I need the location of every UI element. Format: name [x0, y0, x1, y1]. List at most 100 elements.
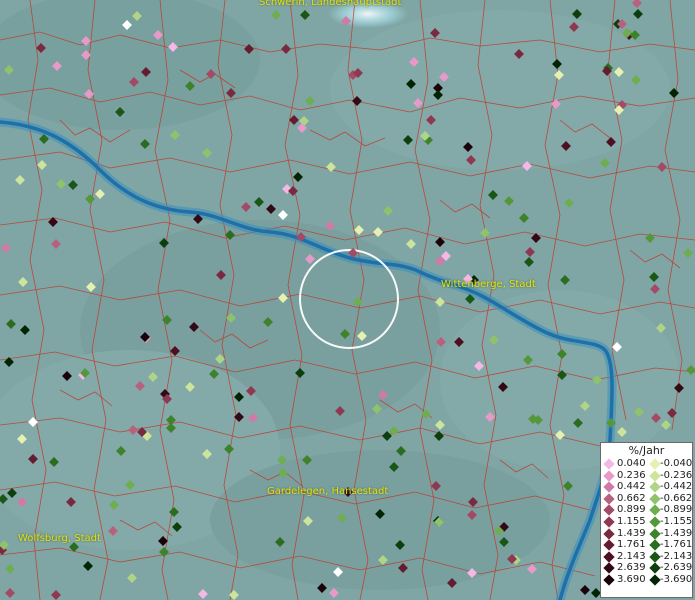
data-point-marker[interactable] [85, 194, 95, 204]
legend-value-negative: -0.662 [660, 492, 693, 504]
data-point-marker[interactable] [683, 248, 693, 258]
data-point-marker[interactable] [650, 284, 660, 294]
data-point-marker[interactable] [632, 0, 642, 8]
data-point-marker[interactable] [630, 30, 640, 40]
legend-row: 2.143 -2.143 [601, 551, 692, 563]
data-point-marker[interactable] [504, 196, 514, 206]
data-point-marker[interactable] [281, 44, 291, 54]
legend-swatch-positive [603, 516, 615, 528]
data-point-marker[interactable] [241, 202, 251, 212]
data-point-marker[interactable] [1, 243, 11, 253]
legend-rows: 0.040 -0.040 0.236 -0.236 0.442 -0.442 0.662 -0… [601, 458, 692, 586]
legend-row: 1.439 -1.439 [601, 528, 692, 540]
legend-swatch-positive [603, 458, 615, 470]
legend-row: 0.236 -0.236 [601, 470, 692, 482]
data-point-marker[interactable] [564, 198, 574, 208]
data-point-marker[interactable] [56, 179, 66, 189]
legend-swatch-positive [603, 469, 615, 482]
data-point-marker[interactable] [633, 9, 643, 19]
data-point-marker[interactable] [254, 197, 264, 207]
data-point-marker[interactable] [37, 160, 47, 170]
legend-row: 0.040 -0.040 [601, 458, 692, 470]
legend-value-positive: 2.639 [617, 562, 646, 574]
data-point-marker[interactable] [51, 239, 61, 249]
legend-swatch-positive [603, 493, 615, 505]
data-point-marker[interactable] [299, 116, 309, 126]
data-point-marker[interactable] [531, 233, 541, 243]
data-point-marker[interactable] [383, 206, 393, 216]
legend-swatch-positive [603, 562, 615, 575]
data-point-marker[interactable] [297, 123, 307, 133]
data-point-marker[interactable] [20, 325, 30, 335]
legend-swatch-negative [649, 516, 661, 528]
data-point-marker[interactable] [266, 204, 276, 214]
map-layer [0, 0, 695, 600]
legend-value-negative: -3.690 [660, 573, 693, 585]
data-point-marker[interactable] [435, 420, 445, 430]
data-point-marker[interactable] [373, 227, 383, 237]
data-point-marker[interactable] [686, 365, 695, 375]
data-point-marker[interactable] [519, 213, 529, 223]
legend-value-negative: -1.155 [660, 515, 693, 527]
data-point-marker[interactable] [572, 9, 582, 19]
data-point-marker[interactable] [95, 189, 105, 199]
legend-value-positive: 1.439 [617, 527, 646, 539]
legend-value-negative: -0.040 [660, 458, 693, 469]
legend-swatch-positive [603, 504, 615, 517]
data-point-marker[interactable] [140, 139, 150, 149]
data-point-marker[interactable] [300, 10, 310, 20]
data-point-marker[interactable] [5, 564, 15, 574]
data-point-marker[interactable] [198, 589, 208, 599]
legend-value-positive: 0.236 [617, 469, 646, 481]
data-point-marker[interactable] [382, 431, 392, 441]
data-point-marker[interactable] [271, 10, 281, 20]
data-point-marker[interactable] [560, 275, 570, 285]
legend-value-negative: -2.143 [660, 550, 693, 562]
data-point-marker[interactable] [278, 210, 288, 220]
data-point-marker[interactable] [649, 272, 659, 282]
data-point-marker[interactable] [6, 319, 16, 329]
legend-value-positive: 0.662 [617, 492, 646, 504]
data-point-marker[interactable] [600, 158, 610, 168]
place-label-wolfsburg: Wolfsburg, Stadt [18, 533, 101, 544]
legend-swatch-negative [649, 504, 661, 517]
data-point-marker[interactable] [354, 225, 364, 235]
data-point-marker[interactable] [293, 172, 303, 182]
legend-title: %/Jahr [628, 444, 665, 457]
data-point-marker[interactable] [18, 277, 28, 287]
data-point-marker[interactable] [202, 148, 212, 158]
data-point-marker[interactable] [15, 175, 25, 185]
data-point-marker[interactable] [669, 88, 679, 98]
data-point-marker[interactable] [170, 130, 180, 140]
legend-swatch-negative [649, 551, 661, 563]
data-point-marker[interactable] [525, 247, 535, 257]
data-point-marker[interactable] [127, 573, 137, 583]
legend-swatch-negative [649, 493, 661, 505]
legend-row: 0.662 -0.662 [601, 493, 692, 505]
legend-swatch-negative [649, 469, 661, 482]
data-point-marker[interactable] [580, 585, 590, 595]
data-point-marker[interactable] [527, 564, 537, 574]
legend-value-positive: 0.442 [617, 481, 646, 493]
legend-row: 1.761 -1.761 [601, 539, 692, 551]
map-view[interactable]: Schwerin, Landeshauptstadt Wittenberge, … [0, 0, 695, 600]
data-point-marker[interactable] [563, 481, 573, 491]
data-point-marker[interactable] [51, 590, 61, 600]
legend-value-positive: 1.761 [617, 539, 646, 551]
data-point-marker[interactable] [305, 96, 315, 106]
data-point-marker[interactable] [488, 190, 498, 200]
data-point-marker[interactable] [329, 588, 339, 598]
data-point-marker[interactable] [68, 180, 78, 190]
data-point-marker[interactable] [524, 257, 534, 267]
data-point-marker[interactable] [389, 426, 399, 436]
legend-swatch-positive [603, 574, 615, 586]
data-point-marker[interactable] [480, 228, 490, 238]
data-point-marker[interactable] [657, 162, 667, 172]
data-point-marker[interactable] [5, 588, 15, 598]
data-point-marker[interactable] [435, 297, 445, 307]
data-point-marker[interactable] [406, 239, 416, 249]
place-label-gardelegen: Gardelegen, Hansestadt [267, 486, 389, 497]
terrain-shading [0, 0, 680, 590]
data-point-marker[interactable] [83, 561, 93, 571]
place-label-schwerin: Schwerin, Landeshauptstadt [259, 0, 402, 8]
